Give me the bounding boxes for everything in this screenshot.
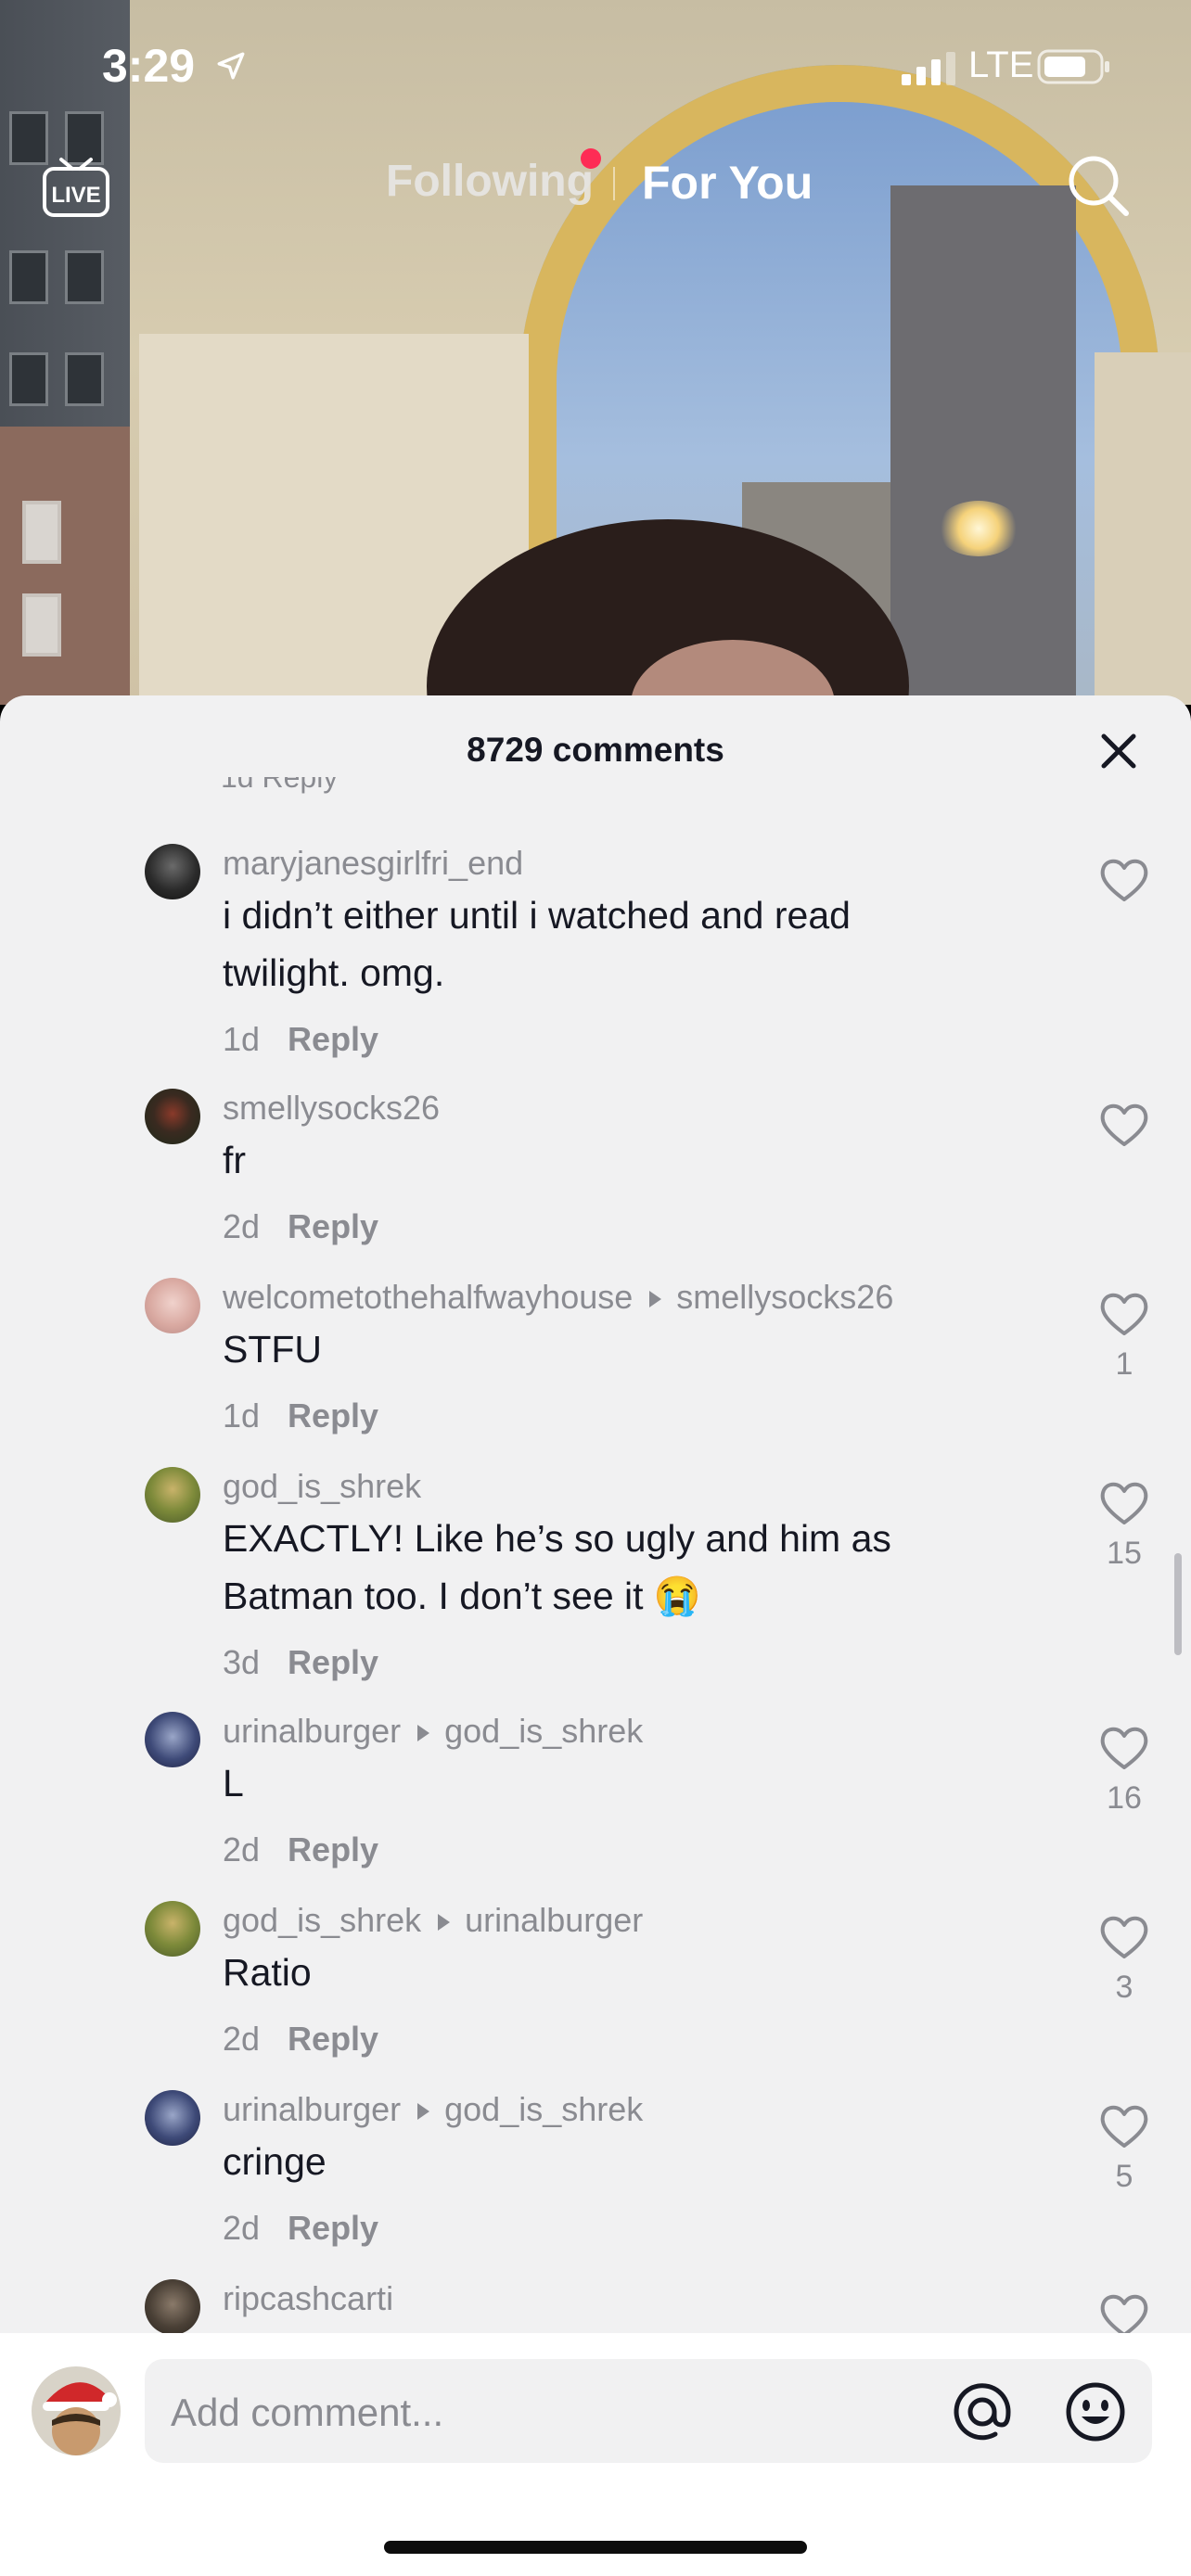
comment-text: L [223,1762,244,1804]
tab-for-you[interactable]: For You [642,156,813,210]
battery-icon [1037,49,1109,84]
comment-meta: 2d Reply [223,1207,378,1246]
reply-arrow-icon [438,1914,451,1932]
comment-text: fr [223,1139,247,1181]
heart-icon[interactable] [1098,1102,1150,1148]
comment-username[interactable]: urinalburger god_is_shrek [223,2090,643,2129]
comment-username[interactable]: smellysocks26 [223,1089,440,1128]
heart-icon[interactable] [1098,1480,1150,1526]
comment-username[interactable]: maryjanesgirlfri_end [223,844,523,883]
like-count: 16 [1107,1780,1142,1816]
nav-divider [613,167,615,200]
like-count: 3 [1115,1970,1133,2005]
comment-item: god_is_shrek EXACTLY! Like he’s so ugly … [0,1467,1191,1690]
comment-username[interactable]: god_is_shrek urinalburger [223,1901,643,1940]
comments-panel: 8729 comments 1d Reply maryjanesgirlfri_… [0,695,1191,2576]
comment-text: STFU [223,1328,323,1371]
reply-arrow-icon [649,1291,662,1308]
avatar[interactable] [145,2090,200,2146]
location-arrow-icon [217,52,245,80]
comment-age: 2d [223,2020,261,2058]
heart-icon[interactable] [1098,2292,1150,2339]
like-count: 1 [1115,1346,1133,1382]
comment-item: welcometothehalfwayhouse smellysocks26 ST… [0,1278,1191,1445]
comment-text: cringe [223,2140,327,2183]
comment-item: urinalburger god_is_shrek cringe 2d Reply … [0,2090,1191,2257]
like-count: 5 [1115,2159,1133,2194]
reply-arrow-icon [417,1725,430,1742]
scrollbar[interactable] [1174,1553,1182,1655]
avatar[interactable] [145,1278,200,1333]
comment-age: 2d [223,2209,261,2247]
home-indicator [384,2541,807,2554]
comment-item: ripcashcarti [0,2279,1191,2337]
signal-icon [902,52,955,85]
comment-meta: 1d Reply [223,1396,378,1435]
reply-button[interactable]: Reply [288,1396,378,1435]
network-label: LTE [968,45,1034,85]
comment-age: 3d [223,1643,261,1681]
comment-meta: 2d Reply [223,2209,378,2248]
comment-item: maryjanesgirlfri_end i didn’t either unt… [0,844,1191,1066]
comment-input-placeholder: Add comment... [171,2391,444,2434]
like-count: 15 [1107,1536,1142,1571]
emoji-icon[interactable] [1065,2381,1126,2442]
avatar[interactable] [145,1467,200,1523]
comment-username[interactable]: welcometothehalfwayhouse smellysocks26 [223,1278,893,1317]
comment-meta: 3d Reply [223,1643,378,1682]
heart-icon[interactable] [1098,2103,1150,2149]
reply-button[interactable]: Reply [288,1830,378,1868]
close-icon[interactable] [1096,729,1141,773]
comment-item: god_is_shrek urinalburger Ratio 2d Reply 3 [0,1901,1191,2068]
comment-age: 1d [223,1020,261,1058]
comment-age: 2d [223,1830,261,1868]
avatar[interactable] [145,844,200,899]
clock: 3:29 [102,40,196,92]
at-icon[interactable] [952,2381,1013,2442]
reply-button[interactable]: Reply [288,1020,378,1058]
search-icon[interactable] [1065,152,1132,219]
reply-arrow-icon [417,2103,430,2121]
comment-username[interactable]: god_is_shrek [223,1467,421,1506]
comment-meta: 1d Reply [223,1020,378,1059]
heart-icon[interactable] [1098,1291,1150,1337]
comment-username[interactable]: ripcashcarti [223,2279,393,2318]
comment-text: i didn’t either until i watched and read… [223,894,851,994]
comment-meta: 2d Reply [223,2020,378,2059]
reply-button[interactable]: Reply [288,1207,378,1245]
svg-text:LIVE: LIVE [51,183,100,208]
tab-following[interactable]: Following [386,156,594,207]
avatar[interactable] [145,1089,200,1144]
avatar[interactable] [145,1712,200,1767]
heart-icon[interactable] [1098,1725,1150,1771]
clipped-comment-meta: 1d Reply [221,777,339,794]
street-lamp [937,501,1020,556]
reply-button[interactable]: Reply [288,2020,378,2058]
notification-dot [581,148,601,169]
comments-count-title: 8729 comments [467,731,724,769]
live-tv-icon[interactable]: LIVE [41,150,111,221]
user-avatar[interactable] [32,2366,121,2455]
heart-icon[interactable] [1098,1914,1150,1960]
comment-age: 1d [223,1396,261,1435]
heart-icon[interactable] [1098,857,1150,903]
comment-meta: 2d Reply [223,1830,378,1869]
comment-item: smellysocks26 fr 2d Reply [0,1089,1191,1256]
status-bar: 3:29 LTE [0,0,1191,139]
comment-item: urinalburger god_is_shrek L 2d Reply 16 [0,1712,1191,1879]
avatar[interactable] [145,2279,200,2335]
comment-input-bar: Add comment... [0,2333,1191,2576]
avatar[interactable] [145,1901,200,1957]
reply-button[interactable]: Reply [288,2209,378,2247]
comment-text: Ratio [223,1951,312,1994]
comment-username[interactable]: urinalburger god_is_shrek [223,1712,643,1751]
reply-button[interactable]: Reply [288,1643,378,1681]
comment-age: 2d [223,1207,261,1245]
comment-text: EXACTLY! Like he’s so ugly and him as Ba… [223,1517,891,1617]
